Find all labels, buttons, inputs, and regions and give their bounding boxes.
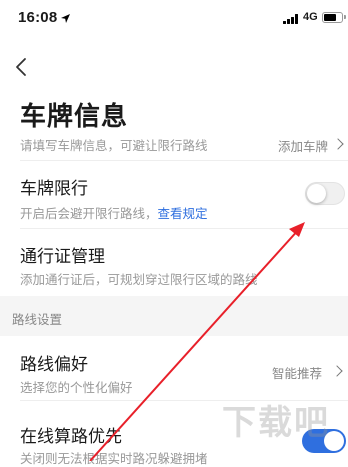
annotation-arrowhead <box>289 222 305 237</box>
route-preference-chevron-icon[interactable] <box>331 365 343 377</box>
plate-limit-toggle[interactable] <box>305 182 345 205</box>
status-time: 16:08 <box>18 9 58 26</box>
divider <box>20 160 348 161</box>
online-routing-title: 在线算路优先 <box>20 427 122 447</box>
signal-icon <box>283 14 299 24</box>
add-plate-link[interactable]: 添加车牌 <box>278 136 328 155</box>
divider <box>20 228 348 229</box>
plate-limit-desc: 开启后会避开限行路线，查看规定 <box>20 203 208 222</box>
page-title: 车牌信息 <box>20 102 129 132</box>
route-preference-title[interactable]: 路线偏好 <box>20 350 88 375</box>
plate-limit-desc-text: 开启后会避开限行路线， <box>20 206 158 221</box>
route-preference-desc: 选择您的个性化偏好 <box>20 380 133 395</box>
watermark-logo: 下载吧 <box>222 403 330 443</box>
view-rules-link[interactable]: 查看规定 <box>158 206 208 221</box>
add-plate-chevron-icon[interactable] <box>332 138 344 150</box>
permit-desc: 添加通行证后，可规划穿过限行区域的路线 <box>20 272 258 287</box>
route-preference-value[interactable]: 智能推荐 <box>272 363 322 382</box>
permit-title[interactable]: 通行证管理 <box>20 242 105 267</box>
battery-icon <box>322 12 343 23</box>
plate-limit-title: 车牌限行 <box>20 179 88 199</box>
location-arrow-icon <box>61 14 70 23</box>
online-routing-desc: 关闭则无法根据实时路况躲避拥堵 <box>20 451 208 466</box>
network-type: 4G <box>303 11 318 23</box>
battery-tip <box>344 15 346 19</box>
back-chevron-icon[interactable] <box>12 57 32 77</box>
page-subtitle: 请填写车牌信息，可避让限行路线 <box>20 138 208 153</box>
section-label: 路线设置 <box>12 312 63 327</box>
toggle-knob <box>307 184 326 203</box>
